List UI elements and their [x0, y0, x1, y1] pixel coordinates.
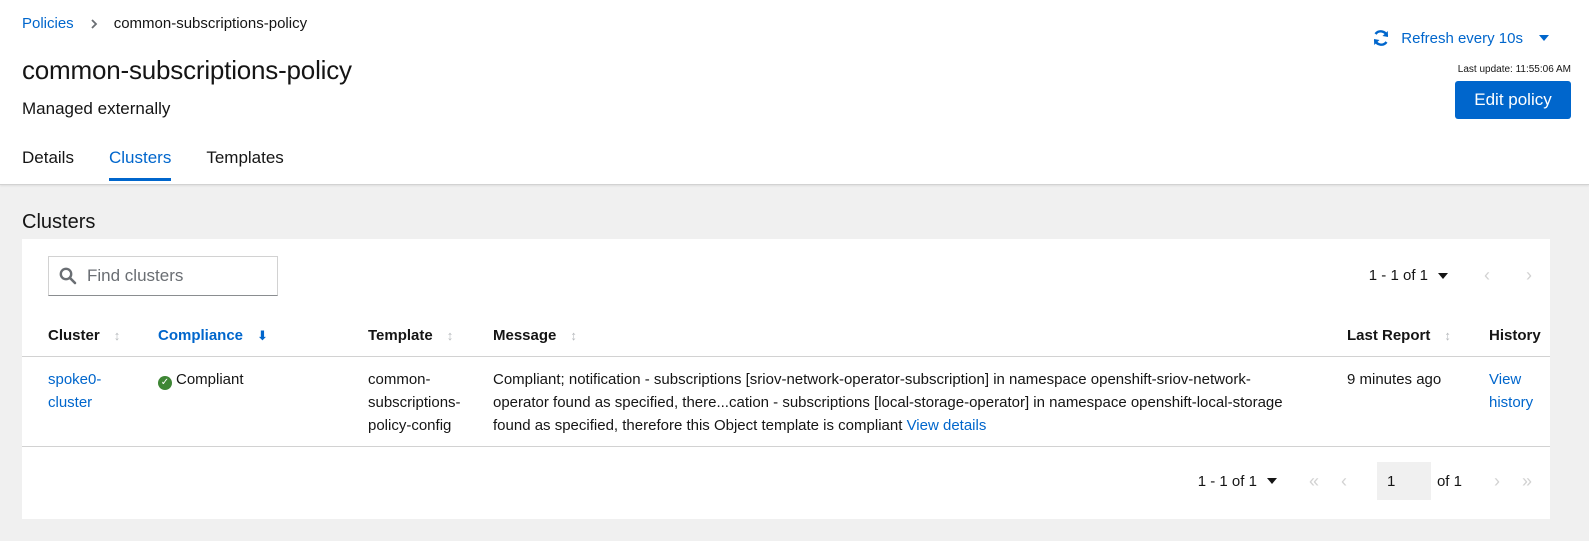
tab-templates[interactable]: Templates	[206, 148, 283, 180]
page-title: common-subscriptions-policy	[22, 55, 352, 85]
previous-page-icon[interactable]: ‹	[1484, 265, 1490, 286]
cluster-link[interactable]: spoke0- cluster	[48, 371, 101, 411]
page-header: Policies common-subscriptions-policy com…	[0, 0, 1589, 185]
cell-history: View history	[1489, 356, 1550, 447]
search-icon	[59, 267, 77, 285]
table-header-row: Cluster ↕ Compliance ⬇ Template ↕ Message ↕ …	[22, 319, 1550, 357]
table-row: spoke0- cluster ✓ Compliant common-subscri…	[22, 356, 1550, 447]
sort-icon: ↕	[570, 328, 577, 343]
column-header-last-report[interactable]: Last Report ↕	[1347, 319, 1489, 357]
caret-down-icon	[1539, 35, 1549, 41]
column-header-compliance[interactable]: Compliance ⬇	[158, 319, 368, 357]
column-header-history: History	[1489, 319, 1550, 357]
first-page-icon[interactable]: «	[1309, 471, 1319, 492]
refresh-label: Refresh every 10s	[1401, 29, 1523, 47]
check-circle-icon: ✓	[158, 376, 172, 390]
pagination-top: 1 - 1 of 1 ‹ ›	[1369, 265, 1532, 286]
column-header-template[interactable]: Template ↕	[368, 319, 493, 357]
column-header-message[interactable]: Message ↕	[493, 319, 1347, 357]
sort-icon: ↕	[113, 328, 121, 343]
last-update-text: Last update: 11:55:06 AM	[1457, 64, 1571, 75]
edit-policy-button[interactable]: Edit policy	[1455, 81, 1571, 119]
pagination-range: 1 - 1 of 1	[1368, 267, 1428, 284]
clusters-table: Cluster ↕ Compliance ⬇ Template ↕ Message ↕ …	[22, 319, 1550, 447]
pagination-bottom: 1 - 1 of 1 « ‹ of 1 › »	[1198, 462, 1532, 500]
compliance-status: Compliant	[176, 371, 244, 388]
tab-clusters[interactable]: Clusters	[108, 148, 172, 181]
cell-template: common-subscriptions-policy-config	[368, 356, 493, 447]
caret-down-icon[interactable]	[1266, 478, 1277, 484]
tab-bar: Details Clusters Templates	[22, 148, 319, 181]
cell-last-report: 9 minutes ago	[1347, 356, 1489, 447]
chevron-right-icon	[91, 18, 97, 29]
sort-icon: ↕	[1444, 328, 1451, 343]
breadcrumb-policies-link[interactable]: Policies	[22, 15, 74, 32]
search-box	[48, 256, 278, 296]
last-page-icon[interactable]: »	[1522, 471, 1532, 492]
next-page-icon[interactable]: ›	[1494, 471, 1500, 492]
column-header-cluster[interactable]: Cluster ↕	[22, 319, 158, 357]
previous-page-icon[interactable]: ‹	[1341, 471, 1347, 492]
sort-down-icon: ⬇	[257, 328, 268, 343]
sort-icon: ↕	[446, 328, 454, 343]
search-input[interactable]	[85, 265, 269, 287]
page-subtitle: Managed externally	[22, 99, 171, 118]
page-number-input[interactable]	[1376, 462, 1431, 500]
cell-message: Compliant; notification - subscriptions …	[493, 356, 1347, 447]
caret-down-icon[interactable]	[1438, 272, 1448, 279]
refresh-dropdown[interactable]: Refresh every 10s	[1371, 28, 1549, 48]
pagination-range: 1 - 1 of 1	[1197, 472, 1257, 490]
clusters-card: 1 - 1 of 1 ‹ › Cluster↕ Compliance⬇ Temp…	[22, 239, 1550, 519]
cell-compliance: ✓ Compliant	[158, 356, 368, 447]
cell-cluster: spoke0- cluster	[22, 356, 158, 447]
view-details-link[interactable]: View details	[907, 417, 987, 434]
next-page-icon[interactable]: ›	[1526, 265, 1532, 286]
view-history-link[interactable]: View history	[1489, 371, 1533, 411]
page-count-text: of 1	[1436, 472, 1462, 490]
breadcrumb: Policies common-subscriptions-policy	[22, 15, 307, 32]
tab-details[interactable]: Details	[22, 148, 74, 180]
section-title: Clusters	[22, 211, 96, 233]
breadcrumb-current: common-subscriptions-policy	[113, 15, 308, 32]
sync-icon	[1374, 30, 1389, 46]
